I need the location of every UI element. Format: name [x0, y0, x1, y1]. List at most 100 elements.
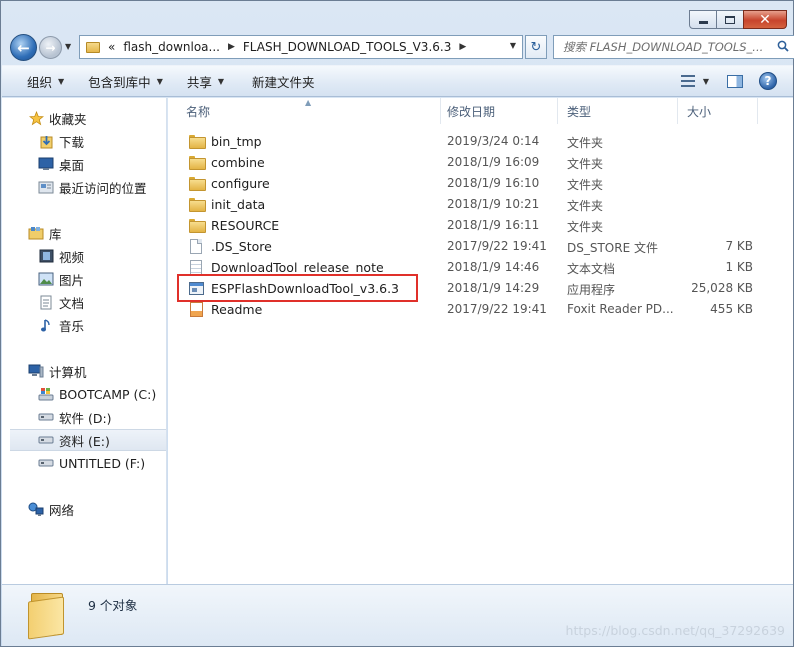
- refresh-button[interactable]: ↻: [525, 35, 547, 59]
- back-arrow-icon: ←: [17, 38, 30, 57]
- file-name: init_data: [211, 196, 266, 212]
- file-name: .DS_Store: [211, 238, 272, 254]
- nav-desktop-label: 桌面: [59, 157, 85, 173]
- file-date: 2018/1/9 14:29: [447, 281, 540, 295]
- file-date: 2018/1/9 16:09: [447, 155, 540, 169]
- view-controls: ▼ ?: [680, 72, 777, 90]
- file-type: 文件夹: [567, 157, 604, 171]
- back-button[interactable]: ←: [10, 34, 37, 61]
- maximize-icon: [725, 15, 735, 24]
- nav-drive-c-label: BOOTCAMP (C:): [59, 386, 157, 402]
- file-row[interactable]: .DS_Store 2017/9/22 19:41 DS_STORE 文件 7 …: [178, 236, 778, 257]
- organize-label: 组织: [27, 74, 53, 90]
- window-caption-buttons: ✕: [689, 10, 787, 29]
- forward-arrow-icon: →: [45, 40, 56, 55]
- folder-icon: [188, 175, 206, 191]
- close-button[interactable]: ✕: [743, 10, 787, 29]
- search-input[interactable]: [554, 36, 768, 58]
- file-row[interactable]: configure 2018/1/9 16:10 文件夹: [178, 173, 778, 194]
- folder-icon: [86, 41, 100, 53]
- share-label: 共享: [186, 74, 212, 90]
- file-icon: [188, 238, 204, 254]
- pdf-icon: [188, 301, 204, 317]
- file-type: DS_STORE 文件: [567, 241, 658, 255]
- nav-drive-f-label: UNTITLED (F:): [59, 455, 146, 471]
- help-icon[interactable]: ?: [759, 72, 777, 90]
- new-folder-button[interactable]: 新建文件夹: [252, 72, 315, 91]
- file-name: Readme: [211, 301, 263, 317]
- file-row[interactable]: init_data 2018/1/9 10:21 文件夹: [178, 194, 778, 215]
- star-icon: [28, 110, 44, 126]
- item-count: 9 个对象: [88, 598, 138, 613]
- file-row[interactable]: bin_tmp 2019/3/24 0:14 文件夹: [178, 131, 778, 152]
- videos-icon: [38, 248, 54, 264]
- file-name: combine: [211, 154, 265, 170]
- refresh-icon: ↻: [530, 39, 542, 55]
- file-name: DownloadTool_release_note: [211, 259, 384, 275]
- maximize-button[interactable]: [716, 10, 744, 29]
- nav-favorites-label: 收藏夹: [49, 111, 87, 127]
- organize-menu[interactable]: 组织 ▼: [27, 72, 64, 91]
- file-type: 文件夹: [567, 136, 604, 150]
- drive-icon: [38, 409, 54, 425]
- breadcrumb-overflow[interactable]: «: [108, 40, 115, 54]
- desktop-icon: [38, 156, 54, 172]
- view-options-dropdown[interactable]: ▼: [703, 77, 709, 86]
- pictures-icon: [38, 271, 54, 287]
- minimize-button[interactable]: [689, 10, 717, 29]
- column-header-date[interactable]: 修改日期: [437, 98, 558, 124]
- recent-pages-dropdown[interactable]: ▼: [65, 42, 71, 51]
- file-row[interactable]: Readme 2017/9/22 19:41 Foxit Reader PD..…: [178, 299, 778, 320]
- drive-icon: [38, 455, 54, 471]
- explorer-window: ✕ ← → ▼ « flash_downloa... ▶ FLASH_DOWNL…: [0, 0, 794, 647]
- minimize-icon: [698, 21, 708, 24]
- file-date: 2017/9/22 19:41: [447, 302, 547, 316]
- file-date: 2018/1/9 16:10: [447, 176, 540, 190]
- include-in-library-menu[interactable]: 包含到库中 ▼: [88, 72, 163, 91]
- navigation-pane: 收藏夹 下载 桌面 最近访问的位置 库 视频 图片 文档 音乐 计算机 BOOT…: [2, 98, 167, 584]
- folder-icon: [188, 133, 206, 149]
- highlight-annotation-box: [177, 274, 418, 302]
- address-history-dropdown[interactable]: ▼: [510, 41, 516, 50]
- music-icon: [38, 317, 54, 333]
- column-header-size[interactable]: 大小: [677, 98, 758, 124]
- file-date: 2018/1/9 10:21: [447, 197, 540, 211]
- large-folder-icon: [28, 593, 68, 640]
- network-icon: [28, 501, 44, 517]
- search-box[interactable]: [553, 35, 794, 59]
- file-row[interactable]: RESOURCE 2018/1/9 16:11 文件夹: [178, 215, 778, 236]
- details-pane: 9 个对象 https://blog.csdn.net/qq_37292639: [2, 584, 793, 646]
- file-type: Foxit Reader PD...: [567, 302, 673, 316]
- command-toolbar: 组织 ▼ 包含到库中 ▼ 共享 ▼ 新建文件夹 ▼ ?: [2, 65, 793, 97]
- nav-drive-d-label: 软件 (D:): [59, 410, 112, 426]
- change-view-icon[interactable]: [680, 75, 695, 87]
- file-row[interactable]: combine 2018/1/9 16:09 文件夹: [178, 152, 778, 173]
- nav-videos-label: 视频: [59, 249, 85, 265]
- dropdown-arrow-icon: ▼: [217, 76, 225, 86]
- recent-places-icon: [38, 179, 54, 195]
- new-folder-label: 新建文件夹: [252, 74, 315, 90]
- breadcrumb-current[interactable]: FLASH_DOWNLOAD_TOOLS_V3.6.3: [243, 40, 451, 54]
- file-list: bin_tmp 2019/3/24 0:14 文件夹 combine 2018/…: [168, 124, 793, 584]
- nav-drive-e[interactable]: 资料 (E:): [10, 429, 166, 451]
- preview-pane-icon[interactable]: [727, 74, 743, 88]
- file-name: bin_tmp: [211, 133, 262, 149]
- watermark: https://blog.csdn.net/qq_37292639: [565, 623, 785, 638]
- file-date: 2018/1/9 14:46: [447, 260, 540, 274]
- file-size: 25,028 KB: [691, 281, 753, 295]
- file-name: configure: [211, 175, 270, 191]
- forward-button[interactable]: →: [39, 36, 62, 59]
- documents-icon: [38, 294, 54, 310]
- breadcrumb-chevron-icon[interactable]: ▶: [459, 42, 466, 52]
- file-size: 455 KB: [710, 302, 753, 316]
- share-menu[interactable]: 共享 ▼: [187, 72, 224, 91]
- navigation-bar: ← → ▼ « flash_downloa... ▶ FLASH_DOWNLOA…: [10, 34, 794, 61]
- address-bar[interactable]: « flash_downloa... ▶ FLASH_DOWNLOAD_TOOL…: [79, 35, 523, 59]
- breadcrumb-chevron-icon[interactable]: ▶: [228, 42, 235, 52]
- file-type: 文本文档: [567, 262, 616, 276]
- column-header-type[interactable]: 类型: [557, 98, 678, 124]
- breadcrumb-parent[interactable]: flash_downloa...: [123, 40, 220, 54]
- search-icon[interactable]: [777, 40, 789, 52]
- column-header-name[interactable]: 名称: [176, 98, 441, 124]
- nav-downloads-label: 下载: [59, 134, 85, 150]
